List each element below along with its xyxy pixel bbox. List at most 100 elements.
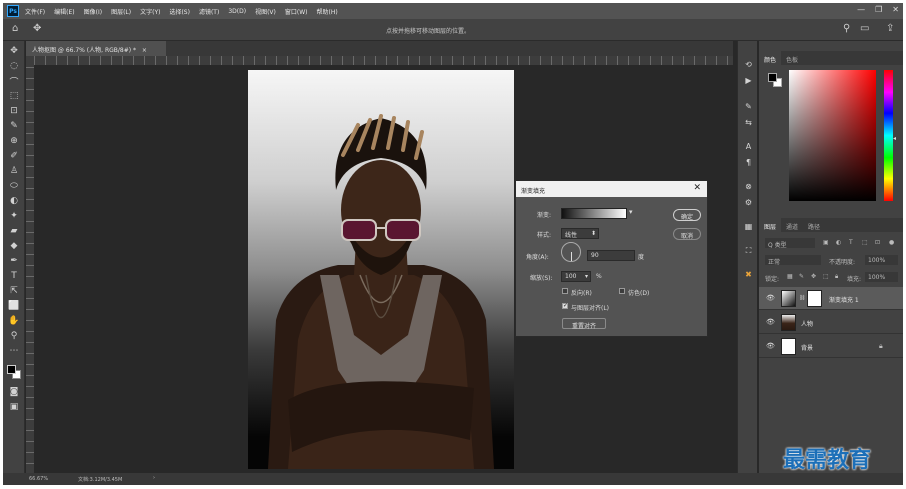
menu-3d[interactable]: 3D(D): [228, 8, 246, 15]
eyedropper-tool-icon[interactable]: ✎: [8, 120, 20, 132]
screen-mode-icon[interactable]: ▣: [8, 401, 20, 413]
share-icon[interactable]: ⇪: [886, 23, 894, 34]
clone-source-icon[interactable]: ⊗: [743, 181, 754, 192]
visibility-eye-icon[interactable]: 👁︎: [766, 318, 775, 326]
healing-brush-tool-icon[interactable]: ⊕: [8, 135, 20, 147]
dither-checkbox[interactable]: [619, 288, 625, 294]
tab-paths[interactable]: 路径: [803, 218, 825, 232]
angle-dial[interactable]: [561, 242, 581, 262]
clone-stamp-tool-icon[interactable]: ♙: [8, 165, 20, 177]
gradient-dropdown-icon[interactable]: ▾: [629, 208, 633, 216]
tab-color[interactable]: 颜色: [759, 51, 782, 65]
filter-pixel-icon[interactable]: ▣: [823, 239, 829, 246]
foreground-color-swatch[interactable]: [7, 365, 16, 374]
tools-preset-icon[interactable]: ✖: [743, 269, 754, 280]
style-select[interactable]: 线性 ⬍: [561, 228, 599, 239]
pen-tool-icon[interactable]: ✒: [8, 255, 20, 267]
zoom-tool-icon[interactable]: ⚲: [8, 330, 20, 342]
menu-layer[interactable]: 图层(L): [111, 7, 131, 16]
visibility-eye-icon[interactable]: 👁︎: [766, 294, 775, 302]
document-tab-close-icon[interactable]: ×: [142, 47, 147, 54]
quick-select-tool-icon[interactable]: ⬚: [8, 90, 20, 102]
zoom-level[interactable]: 66.67%: [29, 476, 48, 482]
menu-type[interactable]: 文字(Y): [140, 7, 160, 16]
horizontal-ruler[interactable]: [34, 56, 733, 65]
lock-transparent-icon[interactable]: ▦: [787, 273, 793, 280]
vertical-ruler[interactable]: [26, 56, 34, 473]
history-icon[interactable]: ⟲: [743, 59, 754, 70]
menu-window[interactable]: 窗口(W): [285, 7, 308, 16]
blur-tool-icon[interactable]: ▰: [8, 225, 20, 237]
tab-swatches[interactable]: 色板: [781, 51, 803, 65]
color-panel-foreground-swatch[interactable]: [768, 73, 777, 82]
history-brush-tool-icon[interactable]: ⬭: [8, 180, 20, 192]
lock-position-icon[interactable]: ✥: [811, 273, 816, 280]
lock-artboard-icon[interactable]: ⬚: [823, 273, 829, 280]
tab-channels[interactable]: 通道: [781, 218, 803, 232]
filter-adjustment-icon[interactable]: ◐: [836, 239, 841, 246]
blend-mode-select[interactable]: 正常: [765, 255, 821, 266]
more-tools-icon[interactable]: ⋯: [8, 345, 20, 357]
align-with-layer-checkbox[interactable]: ✓: [562, 302, 568, 309]
document-tab[interactable]: 人物抠图 @ 66.7% (人物, RGB/8#) * ×: [26, 41, 166, 56]
lock-icon[interactable]: 🔒︎: [879, 342, 883, 351]
character-icon[interactable]: A: [743, 141, 754, 152]
layer-row-gradient-fill[interactable]: 👁︎ ⛓︎ 渐变填充 1: [759, 287, 903, 310]
menu-edit[interactable]: 编辑(E): [54, 7, 74, 16]
lasso-tool-icon[interactable]: ⌒: [8, 75, 20, 88]
menu-view[interactable]: 视图(V): [255, 7, 276, 16]
close-icon[interactable]: ✕: [892, 5, 899, 14]
home-icon[interactable]: ⌂: [12, 23, 18, 34]
gradient-preview[interactable]: [561, 208, 627, 219]
visibility-eye-icon[interactable]: 👁︎: [766, 342, 775, 350]
layer-row-background[interactable]: 👁︎ 背景 🔒︎: [759, 335, 903, 358]
lock-all-icon[interactable]: 🔒︎: [835, 273, 838, 281]
menu-filter[interactable]: 滤镜(T): [199, 7, 219, 16]
lock-image-icon[interactable]: ✎: [799, 273, 804, 280]
menu-help[interactable]: 帮助(H): [317, 7, 338, 16]
filter-type-icon[interactable]: T: [849, 239, 853, 246]
workspace-icon[interactable]: ▭: [860, 23, 869, 34]
menu-select[interactable]: 选择(S): [169, 7, 190, 16]
menu-file[interactable]: 文件(F): [25, 7, 45, 16]
document-canvas[interactable]: [248, 70, 514, 469]
marquee-tool-icon[interactable]: ◌: [8, 60, 20, 72]
move-tool-icon[interactable]: ✥: [33, 23, 41, 34]
minimize-icon[interactable]: —: [857, 5, 865, 14]
opacity-input[interactable]: 100%: [865, 255, 898, 265]
reset-alignment-button[interactable]: 重置对齐: [562, 318, 606, 330]
scale-input[interactable]: 100 ▾: [561, 271, 591, 282]
restore-icon[interactable]: ❐: [875, 5, 882, 14]
layer-mask-thumbnail[interactable]: [807, 290, 822, 307]
quick-mask-icon[interactable]: ◙: [8, 386, 20, 398]
libraries-icon[interactable]: ▦: [743, 221, 754, 232]
hue-slider[interactable]: [884, 70, 893, 201]
properties-icon[interactable]: ⚙: [743, 197, 754, 208]
dialog-titlebar[interactable]: 渐变填充 ✕: [516, 181, 707, 197]
gradient-tool-icon[interactable]: ✦: [8, 210, 20, 222]
fill-input[interactable]: 100%: [865, 272, 898, 282]
crop-tool-icon[interactable]: ⊡: [8, 105, 20, 117]
tab-layers[interactable]: 图层: [759, 218, 782, 232]
brush-settings-icon[interactable]: ✎: [743, 101, 754, 112]
filter-smart-icon[interactable]: ⊡: [875, 239, 880, 246]
type-tool-icon[interactable]: T: [8, 270, 20, 282]
actions-icon[interactable]: ▶: [743, 75, 754, 86]
navigator-icon[interactable]: ⛶: [743, 245, 754, 256]
filter-toggle-icon[interactable]: ●: [889, 239, 894, 246]
rectangle-tool-icon[interactable]: ⬜: [8, 300, 20, 312]
cancel-button[interactable]: 取消: [673, 228, 701, 240]
brush-tool-icon[interactable]: ✐: [8, 150, 20, 162]
filter-shape-icon[interactable]: ⬚: [862, 239, 868, 246]
eraser-tool-icon[interactable]: ◐: [8, 195, 20, 207]
document-info[interactable]: 文档:3.12M/3.45M: [78, 476, 122, 483]
paragraph-icon[interactable]: ¶: [743, 157, 754, 168]
dialog-close-icon[interactable]: ✕: [693, 183, 701, 193]
hand-tool-icon[interactable]: ✋: [8, 315, 20, 327]
path-select-tool-icon[interactable]: ⇱: [8, 285, 20, 297]
dodge-tool-icon[interactable]: ◆: [8, 240, 20, 252]
color-picker-field[interactable]: [789, 70, 876, 201]
layer-filter-select[interactable]: Q 类型: [765, 238, 815, 249]
ok-button[interactable]: 确定: [673, 209, 701, 221]
move-tool-icon[interactable]: ✥: [8, 45, 20, 57]
